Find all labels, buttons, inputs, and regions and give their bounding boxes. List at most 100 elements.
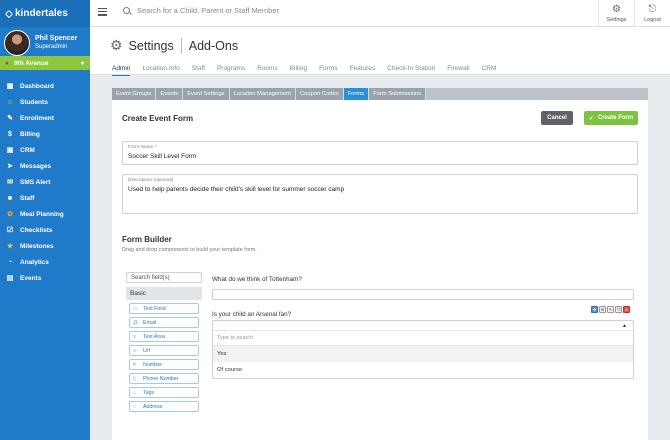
create-form-label: Create Form [597, 115, 634, 121]
tab-form-submissions[interactable]: Form Submissions [369, 88, 427, 100]
palette-item-email[interactable]: @ Email [129, 317, 199, 328]
avatar[interactable] [4, 30, 30, 56]
create-form-button[interactable]: ✓ Create Form [584, 111, 638, 125]
tab-forms[interactable]: Forms [319, 65, 337, 76]
sidebar-item-dashboard[interactable]: ▦ Dashboard [0, 78, 90, 94]
settings-tabs: Admin Location Info Staff Programs Rooms Bill… [112, 65, 508, 76]
location-name: 9th Avenue [13, 59, 49, 67]
tab-admin[interactable]: Admin [112, 65, 131, 76]
delete-icon[interactable]: ✕ [623, 306, 630, 313]
page-header: ⚙ Settings Add-Ons Admin Location Info Sta… [90, 27, 670, 76]
tab-location-info[interactable]: Location Info [142, 65, 179, 76]
global-search[interactable]: Search for a Child, Parent or Staff Memb… [123, 6, 279, 15]
sidebar-item-staff[interactable]: ☻ Staff [0, 190, 90, 206]
main-content: Event Groups Events Event Settings Location… [112, 88, 648, 440]
palette-item-label: Tags [143, 389, 155, 396]
select-option-of-course[interactable]: Of course [213, 362, 633, 378]
brand-logo[interactable]: kindertales [0, 0, 90, 27]
arsenal-fan-select[interactable]: ▲ Type to search Yes Of course [212, 320, 634, 379]
tab-event-groups[interactable]: Event Groups [112, 88, 157, 100]
description-input[interactable]: Used to help parents decide their child'… [128, 186, 344, 193]
tab-coupon-codes[interactable]: Coupon Codes [295, 88, 344, 100]
palette-item-url[interactable]: ∞ Url [129, 345, 199, 356]
location-pin-icon: ● [5, 59, 9, 67]
logout-button[interactable]: ⎋ Logout [634, 0, 670, 27]
sidebar-item-enrollment[interactable]: ✎ Enrollment [0, 110, 90, 126]
settings-icon[interactable]: ⚙ [599, 306, 606, 313]
sidebar-item-analytics[interactable]: ◔ Analytics [0, 254, 90, 270]
select-search-input[interactable]: Type to search [213, 331, 633, 346]
palette-search-input[interactable]: Search field(s) [126, 272, 202, 283]
form-builder-subtitle: Drag and drop components to build your t… [122, 247, 257, 253]
enrollment-icon: ✎ [7, 115, 13, 122]
sidebar-item-events[interactable]: ▤ Events [0, 270, 90, 286]
tab-event-settings[interactable]: Event Settings [183, 88, 230, 100]
sidebar-item-label: Meal Planning [20, 210, 64, 218]
tab-firewall[interactable]: Firewall [447, 65, 469, 76]
copy-icon[interactable]: ❐ [615, 306, 622, 313]
sidebar-item-sms-alert[interactable]: ✉ SMS Alert [0, 174, 90, 190]
palette-item-text-area[interactable]: ≡ Text Area [129, 331, 199, 342]
sidebar-item-students[interactable]: ☺ Students [0, 94, 90, 110]
sidebar-item-crm[interactable]: ▣ CRM [0, 142, 90, 158]
sidebar-item-label: Staff [20, 194, 35, 202]
tab-staff[interactable]: Staff [192, 65, 205, 76]
palette-item-label: Text Field [143, 305, 166, 312]
event-tabs: Event Groups Events Event Settings Location… [112, 88, 648, 100]
settings-button[interactable]: ⚙ Settings [598, 0, 634, 27]
palette-item-address[interactable]: ○ Address [129, 401, 199, 412]
messages-icon: ➤ [7, 163, 13, 170]
hamburger-menu-icon[interactable] [98, 8, 107, 17]
sidebar-item-milestones[interactable]: ★ Milestones [0, 238, 90, 254]
tab-events[interactable]: Events [156, 88, 184, 100]
tag-icon: ⌂ [133, 389, 137, 396]
palette-item-text-field[interactable]: ▭ Text Field [129, 303, 199, 314]
sidebar-item-label: Analytics [20, 258, 49, 266]
edit-icon[interactable]: ✎ [607, 306, 614, 313]
gear-icon: ⚙ [612, 3, 621, 15]
search-icon [123, 7, 130, 14]
tab-forms[interactable]: Forms [343, 88, 370, 100]
sidebar-item-billing[interactable]: $ Billing [0, 126, 90, 142]
check-icon: ✓ [588, 115, 594, 122]
form-name-field[interactable]: Form Name * Soccer Skill Level Form [122, 141, 638, 165]
palette-category-basic[interactable]: Basic [126, 287, 202, 300]
move-icon[interactable]: ✥ [591, 306, 598, 313]
tab-rooms[interactable]: Rooms [257, 65, 278, 76]
palette-item-label: Address [143, 403, 163, 410]
palette-item-number[interactable]: # Number [129, 359, 199, 370]
cancel-button[interactable]: Cancel [541, 111, 573, 125]
palette-item-tags[interactable]: ⌂ Tags [129, 387, 199, 398]
sidebar: kindertales Phil Spencer Superadmin ● 9t… [0, 0, 90, 440]
select-option-yes[interactable]: Yes [213, 346, 633, 362]
palette-item-label: Url [143, 347, 150, 354]
tab-check-in-station[interactable]: Check-In Station [387, 65, 435, 76]
select-control[interactable]: ▲ [213, 321, 633, 331]
logout-icon: ⎋ [648, 3, 657, 15]
sidebar-item-label: Messages [20, 162, 52, 170]
component-palette: Search field(s) Basic ▭ Text Field @ Email ≡… [126, 272, 204, 412]
tab-features[interactable]: Features [349, 65, 375, 76]
sidebar-item-label: Checklists [20, 226, 53, 234]
tab-programs[interactable]: Programs [217, 65, 245, 76]
page-subtitle: Add-Ons [188, 38, 239, 53]
sidebar-item-messages[interactable]: ➤ Messages [0, 158, 90, 174]
palette-item-label: Email [143, 319, 157, 326]
sidebar-item-label: Dashboard [20, 82, 54, 90]
sidebar-item-checklists[interactable]: ☑ Checklists [0, 222, 90, 238]
checklist-icon: ☑ [6, 227, 14, 234]
sidebar-item-meal-planning[interactable]: ✿ Meal Planning [0, 206, 90, 222]
tab-crm[interactable]: CRM [482, 65, 497, 76]
location-selector[interactable]: ● 9th Avenue ▾ [0, 56, 90, 70]
component-edit-tools: ✥ ⚙ ✎ ❐ ✕ [590, 306, 630, 313]
description-field[interactable]: Description (optional) Used to help pare… [122, 174, 638, 214]
form-name-input[interactable]: Soccer Skill Level Form [128, 153, 196, 160]
sms-icon: ✉ [7, 179, 13, 186]
palette-item-phone-number[interactable]: ▯ Phone Number [129, 373, 199, 384]
at-icon: @ [133, 319, 139, 326]
user-profile[interactable]: Phil Spencer Superadmin [0, 29, 90, 57]
search-input[interactable]: Search for a Child, Parent or Staff Memb… [137, 6, 279, 15]
tab-billing[interactable]: Billing [290, 65, 307, 76]
tab-location-management[interactable]: Location Management [229, 88, 296, 100]
question-text-input[interactable] [212, 289, 634, 300]
